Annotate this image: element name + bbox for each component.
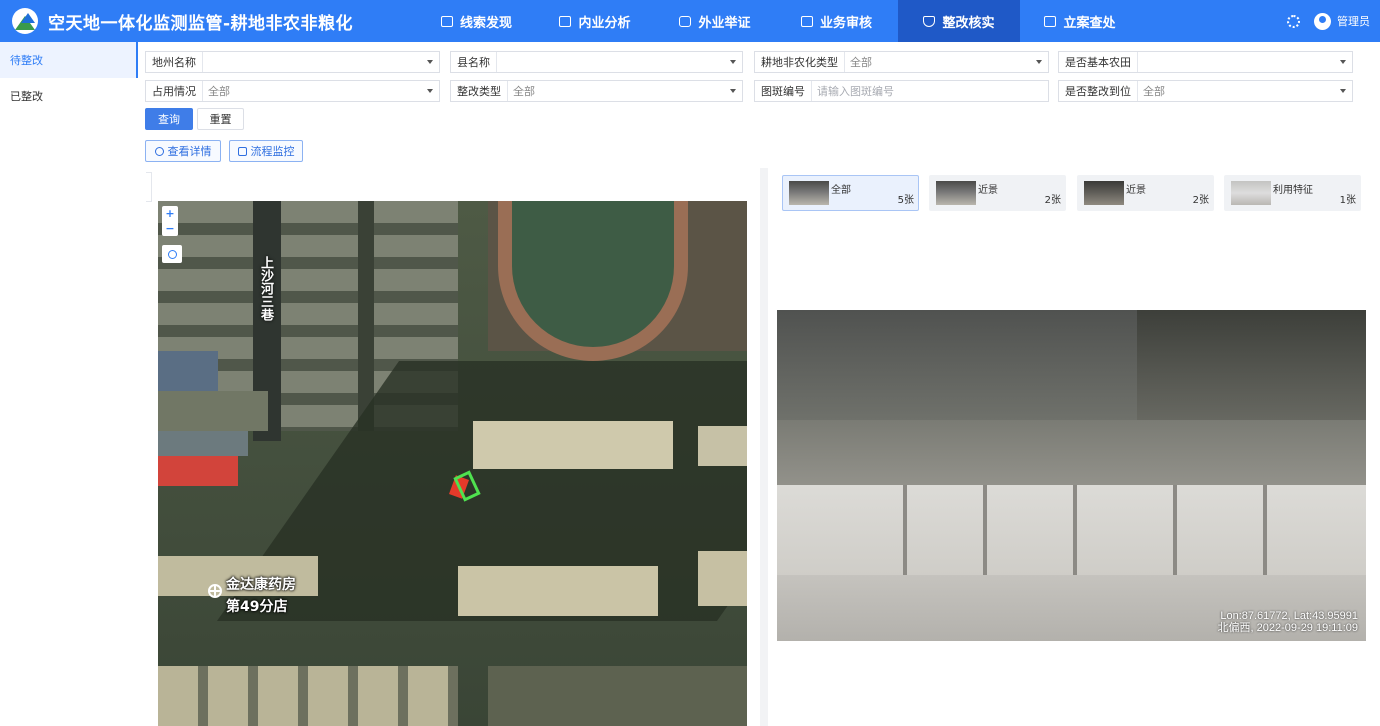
chevron-down-icon: [730, 89, 736, 93]
query-button[interactable]: 查询: [145, 108, 193, 130]
panel-tab-stub: [146, 172, 152, 202]
patch-id-input[interactable]: 请输入图斑编号: [812, 83, 1048, 99]
nav-tab-office-analysis[interactable]: 内业分析: [535, 0, 655, 42]
checklist-icon: [800, 15, 813, 27]
shield-icon: [923, 15, 936, 27]
county-select[interactable]: 县名称: [450, 51, 743, 73]
field-photo[interactable]: Lon:87.61772, Lat:43.95991 北偏西, 2022-09-…: [777, 310, 1366, 641]
photo-direction-time: 北偏西, 2022-09-29 19:11:09: [1217, 622, 1358, 634]
photo-metadata: Lon:87.61772, Lat:43.95991 北偏西, 2022-09-…: [1218, 610, 1358, 634]
main-nav: 线索发现 内业分析 外业举证 业务审核 整改核实 立案查处: [418, 0, 1140, 42]
document-icon: [559, 15, 572, 27]
panel-divider[interactable]: [760, 168, 768, 726]
occupancy-select[interactable]: 占用情况 全部: [145, 80, 440, 102]
rectify-type-select[interactable]: 整改类型 全部: [450, 80, 743, 102]
locate-button[interactable]: [162, 245, 182, 263]
sidebar-item-pending[interactable]: 待整改: [0, 42, 138, 78]
photo-tab-closeup-1[interactable]: 近景 2张: [929, 175, 1066, 211]
zoom-out-button[interactable]: −: [165, 222, 174, 235]
locate-icon: [167, 249, 177, 259]
app-title: 空天地一体化监测监管-耕地非农非粮化: [48, 13, 354, 34]
photo-tab-all[interactable]: 全部 5张: [782, 175, 919, 211]
app-logo: [12, 8, 38, 34]
sidebar-item-done[interactable]: 已整改: [0, 78, 138, 114]
nav-tab-rectification-verify[interactable]: 整改核实: [898, 0, 1020, 42]
file-icon: [1044, 15, 1057, 27]
user-avatar-icon[interactable]: [1314, 12, 1331, 30]
nav-tab-clue-discovery[interactable]: 线索发现: [418, 0, 535, 42]
photo-tab-usage-feature[interactable]: 利用特征 1张: [1224, 175, 1361, 211]
chevron-down-icon: [730, 60, 736, 64]
nav-tab-field-evidence[interactable]: 外业举证: [655, 0, 775, 42]
photo-tab-closeup-2[interactable]: 近景 2张: [1077, 175, 1214, 211]
satellite-map[interactable]: [158, 201, 747, 726]
chevron-down-icon: [1340, 89, 1346, 93]
nonagri-type-select[interactable]: 耕地非农化类型 全部: [754, 51, 1049, 73]
thumbnail-image: [1231, 181, 1271, 205]
basic-farmland-select[interactable]: 是否基本农田: [1058, 51, 1353, 73]
sidebar: 待整改 已整改: [0, 42, 138, 726]
nav-tab-case-filing[interactable]: 立案查处: [1020, 0, 1140, 42]
zoom-in-button[interactable]: +: [165, 207, 174, 220]
nav-tab-business-review[interactable]: 业务审核: [775, 0, 898, 42]
gear-icon[interactable]: [1287, 14, 1300, 28]
monitor-icon: [237, 146, 247, 156]
chevron-down-icon: [1340, 60, 1346, 64]
header-right: 管理员: [1287, 0, 1370, 42]
rectified-select[interactable]: 是否整改到位 全部: [1058, 80, 1353, 102]
chevron-down-icon: [427, 89, 433, 93]
flow-monitor-button[interactable]: 流程监控: [229, 140, 303, 162]
poi-icon: [208, 584, 222, 598]
thumbnail-image: [936, 181, 976, 205]
poi-label-line2: 第49分店: [226, 599, 288, 615]
view-details-button[interactable]: 查看详情: [145, 140, 221, 162]
chevron-down-icon: [1036, 60, 1042, 64]
thumbnail-image: [1084, 181, 1124, 205]
prefecture-select[interactable]: 地州名称: [145, 51, 440, 73]
zoom-control: + −: [162, 206, 178, 236]
thumbnail-image: [789, 181, 829, 205]
user-name[interactable]: 管理员: [1337, 13, 1370, 29]
camera-icon: [679, 15, 692, 27]
poi-label-line1: 金达康药房: [226, 577, 296, 593]
photo-coordinates: Lon:87.61772, Lat:43.95991: [1220, 610, 1358, 622]
road-label: 上沙河三巷: [258, 256, 273, 321]
monitor-icon: [440, 15, 453, 27]
patch-id-field[interactable]: 图斑编号 请输入图斑编号: [754, 80, 1049, 102]
info-icon: [154, 146, 164, 156]
app-header: 空天地一体化监测监管-耕地非农非粮化 线索发现 内业分析 外业举证 业务审核 整…: [0, 0, 1380, 42]
chevron-down-icon: [427, 60, 433, 64]
reset-button[interactable]: 重置: [197, 108, 244, 130]
